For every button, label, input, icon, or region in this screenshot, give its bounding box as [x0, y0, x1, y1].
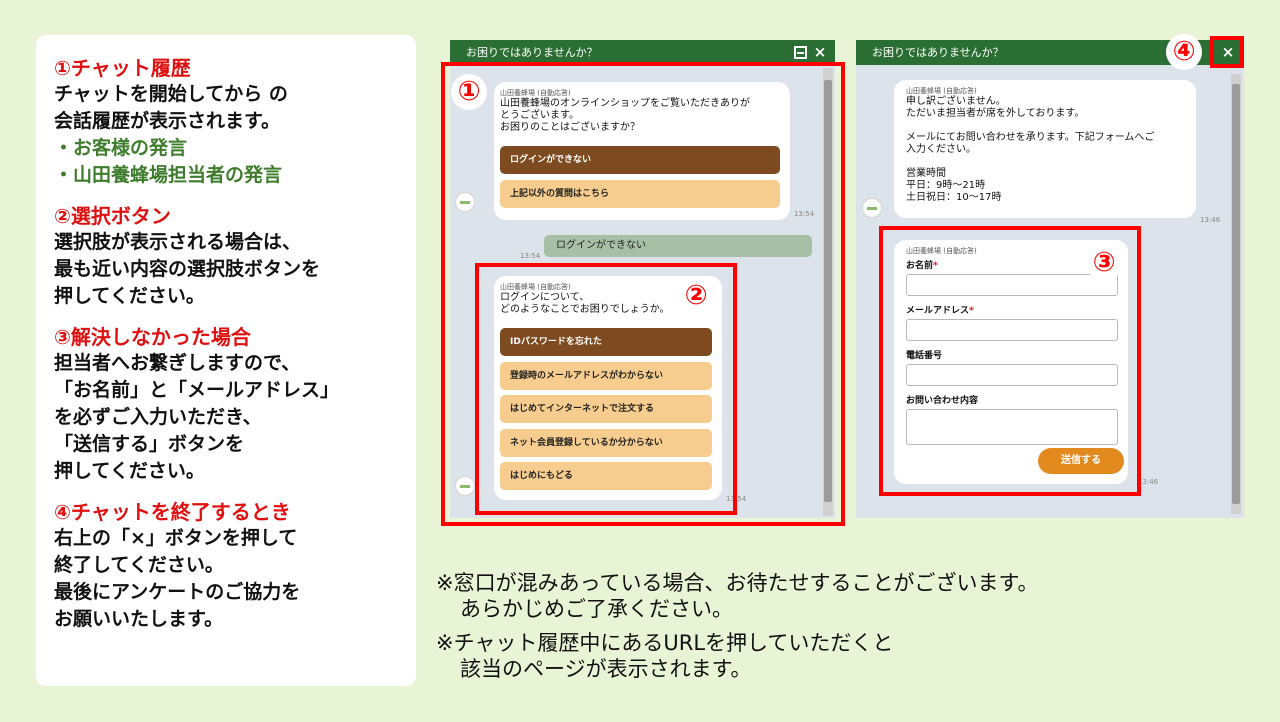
note-text: あらかじめご了承ください。 [460, 597, 733, 621]
chat-header: お困りではありませんか？ × [450, 40, 835, 65]
note-crowded: ※窓口が混みあっている場合、お待たせすることがございます。 あらかじめご了承くだ… [436, 570, 1038, 622]
message-text: メールにてお問い合わせを承ります。下記フォームへご [906, 132, 1155, 143]
message-timestamp: 13:54 [726, 495, 747, 503]
message-text: 入力ください。 [906, 144, 976, 155]
message-text [906, 120, 1196, 132]
guide-title-chat-history: ①チャット履歴 [54, 56, 191, 80]
message-text: 山田養蜂場のオンラインショップをご覧いただきありが [500, 98, 750, 109]
close-icon[interactable]: × [812, 44, 828, 61]
submit-button[interactable]: 送信する [1038, 448, 1124, 474]
guide-item-staff: ・山田養蜂場担当者の発言 [54, 164, 283, 186]
option-back-to-start[interactable]: はじめにもどる [500, 462, 712, 490]
message-sender: 山田養蜂場 (自動応答) [906, 87, 977, 95]
message-text: ただいま担当者が席を外しております。 [906, 108, 1085, 119]
option-membership-unknown[interactable]: ネット会員登録しているか分からない [500, 429, 712, 457]
guide-section-choice-buttons: ②選択ボタン 選択肢が表示される場合は、 最も近い内容の選択肢ボタンを 押してく… [54, 203, 416, 310]
message-text: とうございます。 [500, 110, 579, 121]
guide-text: チャットを開始してから の [54, 83, 288, 105]
guide-text: 「送信する」ボタンを [54, 433, 245, 455]
chat-scrollbar[interactable] [1231, 74, 1241, 514]
guide-title-unresolved: ③解決しなかった場合 [54, 325, 251, 349]
badge-4: ④ [1166, 34, 1202, 70]
guide-text: 担当者へお繋ぎしますので、 [54, 352, 301, 374]
guide-title-choice-buttons: ②選択ボタン [54, 204, 171, 228]
bot-avatar [455, 192, 475, 212]
note-text: ※窓口が混みあっている場合、お待たせすることがございます。 [436, 571, 1039, 595]
guide-text: 最後にアンケートのご協力を [54, 581, 301, 603]
guide-section-chat-history: ①チャット履歴 チャットを開始してから の 会話履歴が表示されます。 ・お客様の… [54, 55, 416, 189]
close-icon[interactable]: × [1220, 44, 1236, 61]
minimize-icon[interactable] [794, 46, 807, 59]
guide-text: 押してください。 [54, 460, 205, 482]
guide-text: 会話履歴が表示されます。 [54, 110, 281, 132]
guide-text: 「お名前」と「メールアドレス」 [54, 379, 340, 401]
guide-panel: ①チャット履歴 チャットを開始してから の 会話履歴が表示されます。 ・お客様の… [36, 35, 416, 686]
bot-avatar [455, 476, 475, 496]
guide-text: 終了してください。 [54, 554, 224, 576]
guide-text: 右上の「×」ボタンを押して [54, 527, 298, 549]
message-sender: 山田養蜂場 (自動応答) [500, 89, 571, 97]
message-timestamp: 13:46 [1138, 478, 1159, 486]
guide-section-unresolved: ③解決しなかった場合 担当者へお繋ぎしますので、 「お名前」と「メールアドレス」… [54, 324, 416, 485]
email-label: メールアドレス* [906, 306, 974, 316]
option-login-failed[interactable]: ログインができない [500, 146, 780, 174]
option-unknown-email[interactable]: 登録時のメールアドレスがわからない [500, 362, 712, 390]
chat-window-contact: お困りではありませんか？ × 山田養蜂場 (自動応答) 申し訳ございません。 た… [856, 40, 1244, 518]
option-first-order[interactable]: はじめてインターネットで注文する [500, 395, 712, 423]
chat-header-title: お困りではありませんか？ [872, 46, 1004, 59]
chat-scrollbar[interactable] [823, 68, 833, 516]
message-timestamp: 13:54 [794, 210, 815, 218]
message-text: 申し訳ございません。 [906, 96, 1006, 107]
note-text: ※チャット履歴中にあるURLを押していただくと [436, 631, 894, 655]
badge-2: ② [678, 278, 714, 314]
guide-text: 最も近い内容の選択肢ボタンを [54, 258, 321, 280]
bot-avatar [862, 198, 882, 218]
bot-message: 山田養蜂場 (自動応答) 山田養蜂場のオンラインショップをご覧いただきありが と… [494, 82, 790, 220]
chat-window-history: お困りではありませんか？ × 山田養蜂場 (自動応答) 山田養蜂場のオンラインシ… [450, 40, 835, 518]
badge-3: ③ [1086, 245, 1122, 281]
note-url: ※チャット履歴中にあるURLを押していただくと 該当のページが表示されます。 [436, 630, 1038, 682]
notes: ※窓口が混みあっている場合、お待たせすることがございます。 あらかじめご了承くだ… [436, 570, 1038, 690]
guide-text: 選択肢が表示される場合は、 [54, 231, 302, 253]
email-input[interactable] [906, 319, 1118, 341]
user-message: ログインができない [544, 235, 812, 257]
guide-text: を必ずご入力いただき、 [54, 406, 262, 428]
message-text [906, 156, 1196, 168]
name-input[interactable] [906, 274, 1118, 296]
phone-label: 電話番号 [906, 351, 943, 361]
badge-1: ① [451, 74, 487, 110]
guide-text: お願いいたします。 [54, 608, 224, 630]
chat-header-title: お困りではありませんか？ [466, 46, 598, 59]
bot-message: 山田養蜂場 (自動応答) 申し訳ございません。 ただいま担当者が席を外しておりま… [894, 80, 1196, 218]
inquiry-textarea[interactable] [906, 409, 1118, 445]
message-text: 平日：9時〜21時 [906, 180, 986, 191]
scrollbar-thumb[interactable] [1232, 84, 1240, 504]
inquiry-label: お問い合わせ内容 [906, 396, 979, 406]
guide-item-customer: ・お客様の発言 [54, 137, 188, 159]
guide-text: 押してください。 [54, 285, 205, 307]
option-other-questions[interactable]: 上記以外の質問はこちら [500, 180, 780, 208]
message-text: お困りのことはございますか？ [500, 122, 640, 133]
phone-input[interactable] [906, 364, 1118, 386]
user-message-timestamp: 13:54 [520, 252, 541, 260]
message-timestamp: 13:46 [1200, 216, 1221, 224]
message-text: 土日祝日：10〜17時 [906, 192, 1002, 203]
message-text: 営業時間 [906, 168, 946, 179]
option-forgot-password[interactable]: IDパスワードを忘れた [500, 328, 712, 356]
guide-section-end-chat: ④チャットを終了するとき 右上の「×」ボタンを押して 終了してください。 最後に… [54, 499, 416, 633]
guide-title-end-chat: ④チャットを終了するとき [54, 500, 291, 524]
note-text: 該当のページが表示されます。 [460, 657, 752, 681]
scrollbar-thumb[interactable] [824, 80, 832, 502]
